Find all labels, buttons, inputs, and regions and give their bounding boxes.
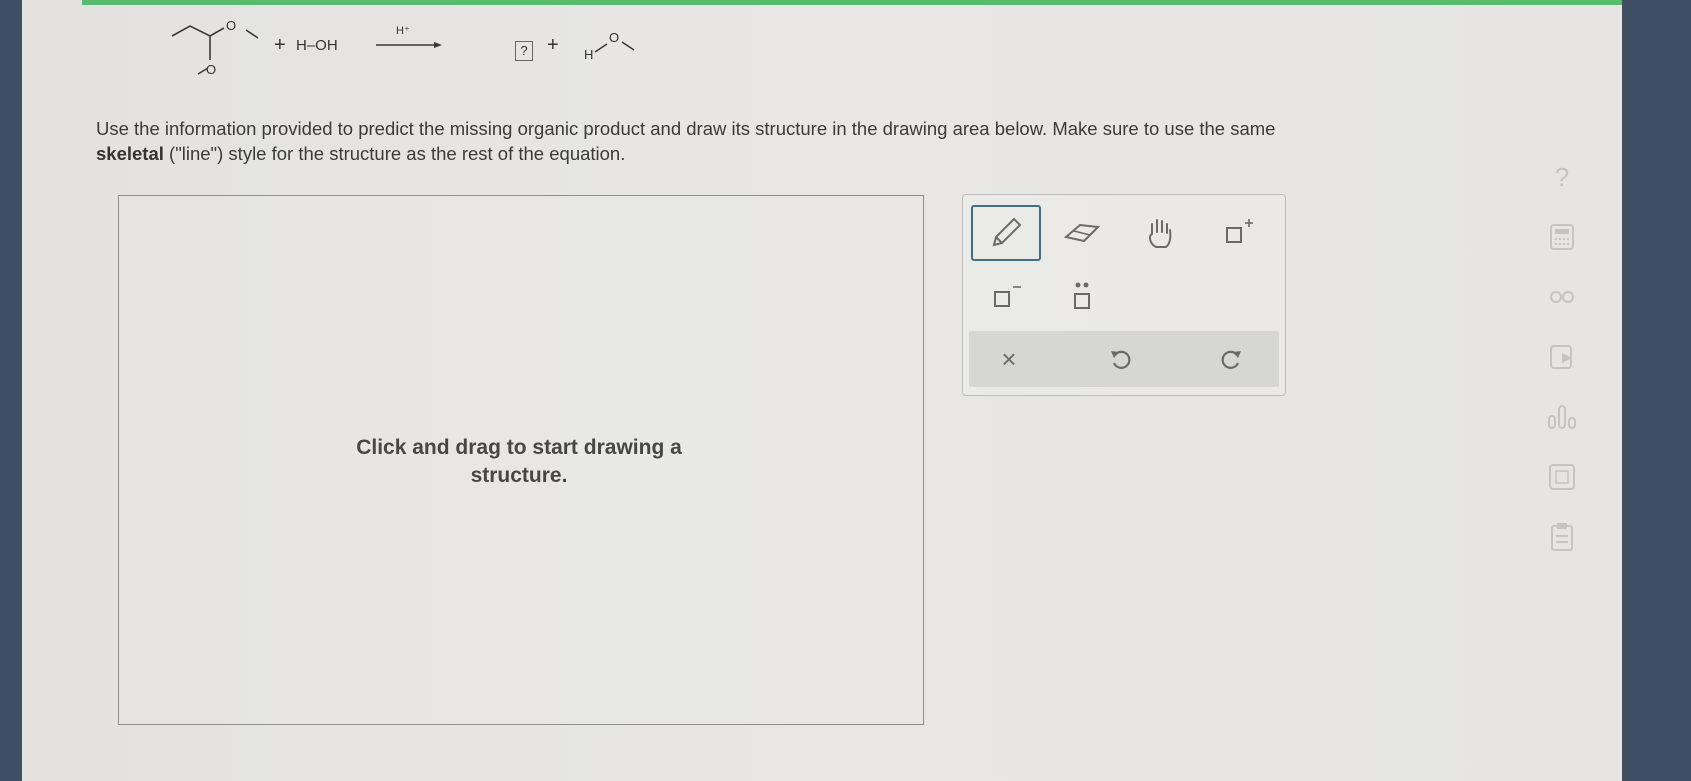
hand-tool[interactable] xyxy=(1125,205,1195,261)
infinity-button[interactable] xyxy=(1544,280,1580,314)
redo-icon xyxy=(1221,350,1241,369)
drawing-hint-line1: Click and drag to start drawing a xyxy=(356,436,682,459)
add-negative-charge-icon xyxy=(994,286,1021,307)
undo-icon xyxy=(1111,350,1131,369)
oxygen-label-bottom: O xyxy=(206,62,217,77)
periodic-table-button[interactable] xyxy=(1544,460,1580,494)
add-lone-pair-icon xyxy=(1074,282,1090,309)
data-button[interactable] xyxy=(1544,400,1580,434)
clear-button[interactable]: × xyxy=(969,331,1049,387)
hand-icon xyxy=(1148,219,1172,248)
clipboard-button[interactable] xyxy=(1544,520,1580,554)
calculator-button[interactable] xyxy=(1544,220,1580,254)
progress-bar-accent xyxy=(82,0,1622,5)
eraser-tool[interactable] xyxy=(1047,205,1117,261)
add-positive-charge-icon xyxy=(1226,219,1253,243)
undo-button[interactable] xyxy=(1081,331,1161,387)
reactant-acetal-structure xyxy=(171,25,635,75)
help-icon: ? xyxy=(1554,161,1570,192)
screen: O O + H–OH H⁺ ? + H O Use the informatio… xyxy=(22,0,1622,781)
instructions-text-2: ("line") style for the structure as the … xyxy=(163,143,626,164)
clipboard-icon xyxy=(1551,523,1573,551)
instructions-bold-skeletal: skeletal xyxy=(96,143,164,164)
action-bar: × xyxy=(969,331,1279,387)
pencil-tool[interactable] xyxy=(971,205,1041,261)
redo-button[interactable] xyxy=(1191,331,1271,387)
book-icon xyxy=(1550,345,1572,369)
missing-product-placeholder: ? xyxy=(515,41,533,61)
instructions: Use the information provided to predict … xyxy=(96,116,1496,166)
right-sidebar: ? xyxy=(1532,150,1592,570)
help-button[interactable]: ? xyxy=(1544,160,1580,194)
reaction-equation: O O + H–OH H⁺ ? + H O xyxy=(162,12,722,92)
drawing-hint-line2: structure. xyxy=(470,464,568,487)
plus-sign: + xyxy=(274,34,286,56)
lone-pair-tool[interactable] xyxy=(1047,269,1117,325)
eraser-icon xyxy=(1063,223,1101,243)
calculator-icon xyxy=(1550,224,1574,250)
plus-sign-2: + xyxy=(547,34,559,56)
clear-icon: × xyxy=(1001,343,1017,374)
drawing-hint: Click and drag to start drawing a struct… xyxy=(319,434,719,490)
oxygen-label-top: O xyxy=(226,18,237,33)
negative-charge-tool[interactable] xyxy=(971,269,1041,325)
drawing-toolbar: × xyxy=(962,194,1286,396)
periodic-table-icon xyxy=(1549,464,1575,490)
infinity-icon xyxy=(1550,291,1574,303)
pencil-icon xyxy=(992,217,1022,247)
positive-charge-tool[interactable] xyxy=(1203,205,1273,261)
methanol-oxygen-label: O xyxy=(609,30,620,45)
bar-chart-icon xyxy=(1548,405,1576,429)
methanol-hydrogen-label: H xyxy=(584,47,594,62)
ebook-button[interactable] xyxy=(1544,340,1580,374)
structure-drawing-area[interactable]: Click and drag to start drawing a struct… xyxy=(118,195,924,725)
water-formula: H–OH xyxy=(296,37,338,54)
instructions-text: Use the information provided to predict … xyxy=(96,118,1276,139)
acid-catalyst-label: H⁺ xyxy=(396,25,410,37)
